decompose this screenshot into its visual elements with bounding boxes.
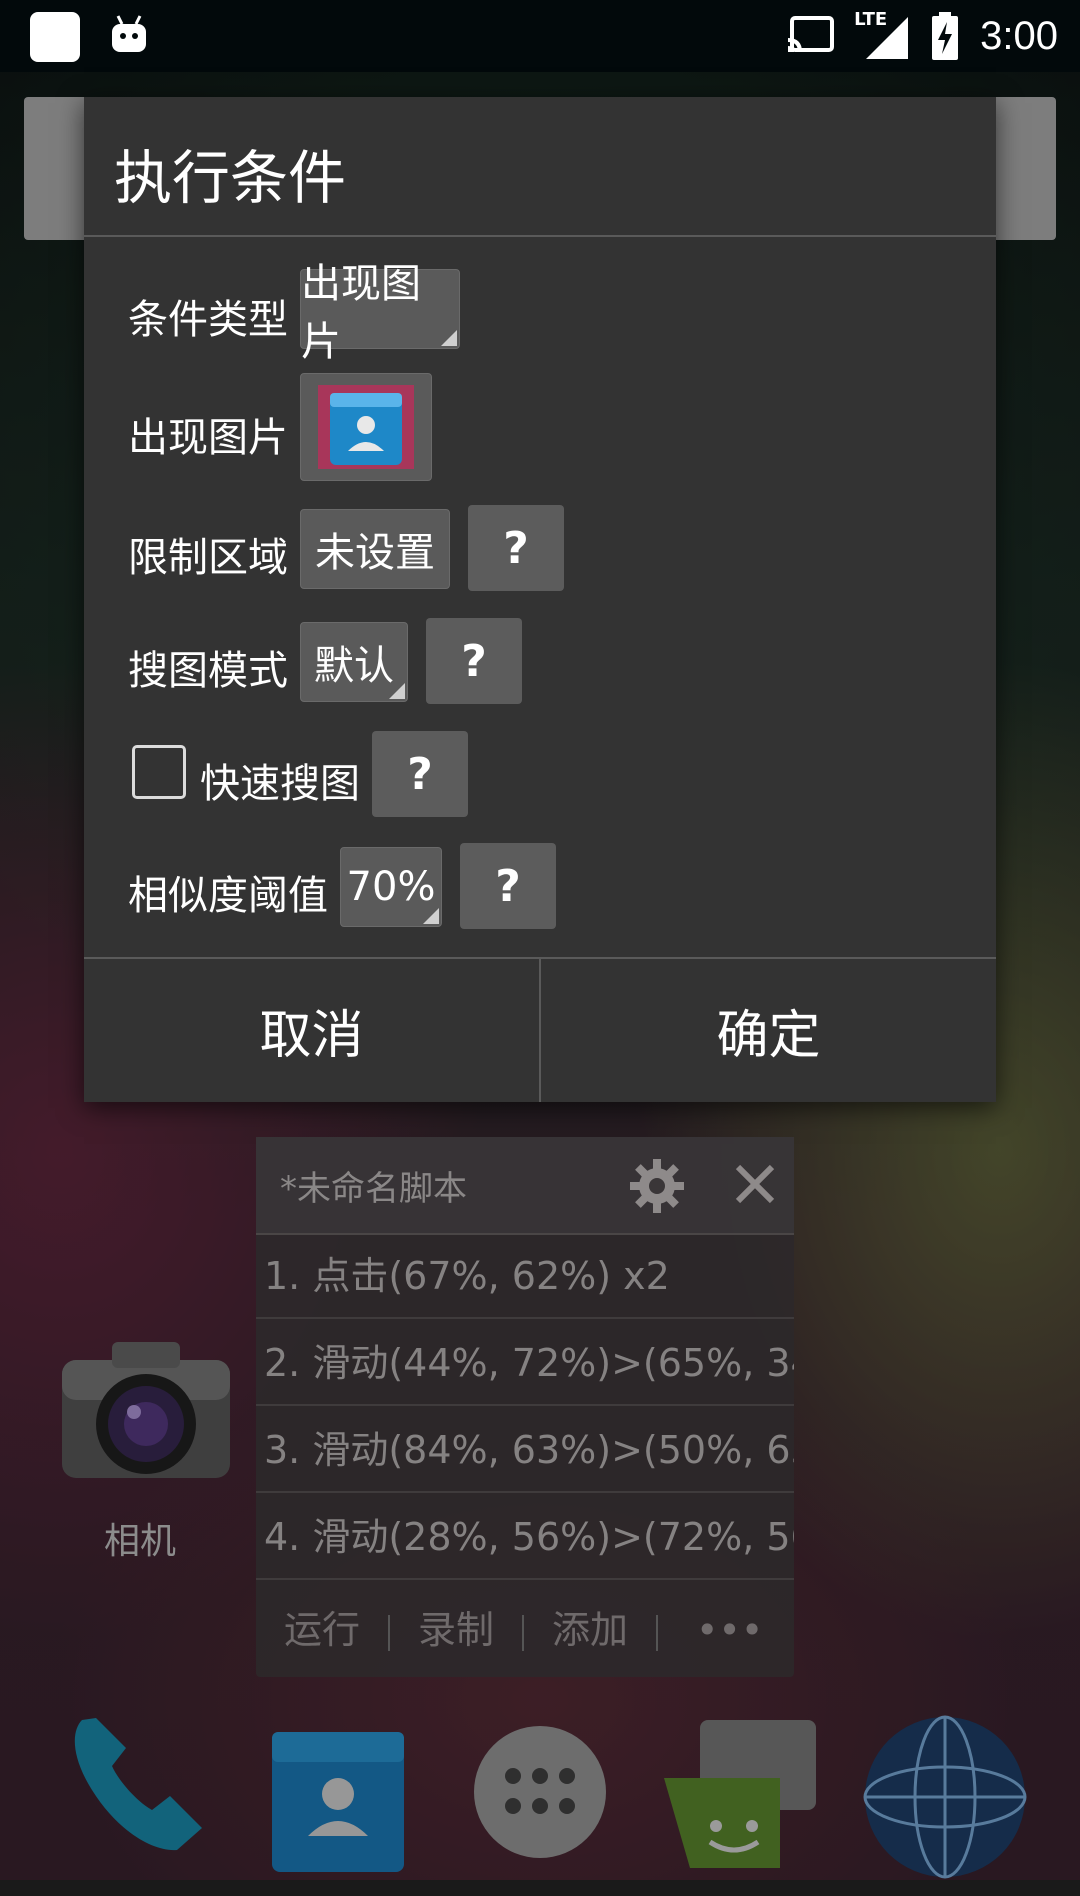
- similarity-threshold-value: 70%: [346, 864, 436, 910]
- confirm-label: 确定: [716, 1006, 821, 1066]
- restrict-area-help-button[interactable]: ?: [468, 505, 564, 591]
- execution-condition-dialog: 执行条件 条件类型 出现图片 出现图片 限制区域 未设置 ? 搜图模式 默认 ?…: [84, 97, 996, 1102]
- lte-label: LTE: [854, 9, 888, 30]
- search-mode-value: 默认: [314, 643, 394, 689]
- battery-charging-icon: [932, 12, 959, 60]
- clock: 3:00: [980, 13, 1058, 58]
- script-panel-header: *未命名脚本: [256, 1137, 794, 1235]
- confirm-button[interactable]: 确定: [541, 959, 996, 1102]
- run-button[interactable]: 运行: [284, 1583, 360, 1677]
- appear-image-picker[interactable]: [300, 373, 432, 481]
- help-glyph: ?: [503, 522, 529, 574]
- condition-type-dropdown[interactable]: 出现图片: [300, 261, 460, 365]
- cancel-label: 取消: [259, 1006, 364, 1066]
- search-mode-label: 搜图模式: [128, 648, 288, 694]
- status-bar: LTE 3:00: [0, 0, 1080, 72]
- more-button[interactable]: •••: [696, 1583, 763, 1677]
- dialog-title: 执行条件: [114, 144, 347, 212]
- similarity-threshold-label: 相似度阈值: [128, 873, 328, 919]
- condition-type-value: 出现图片: [301, 261, 421, 365]
- similarity-threshold-dropdown[interactable]: 70%: [340, 847, 442, 927]
- restrict-area-button[interactable]: 未设置: [300, 509, 450, 589]
- help-glyph: ?: [461, 635, 487, 687]
- script-title: *未命名脚本: [280, 1169, 467, 1209]
- search-mode-help-button[interactable]: ?: [426, 618, 522, 704]
- cancel-button[interactable]: 取消: [84, 959, 539, 1102]
- script-step-4[interactable]: 4. 滑动(28%, 56%)>(72%, 56%): [256, 1494, 794, 1580]
- record-button[interactable]: 录制: [418, 1583, 494, 1677]
- condition-type-label: 条件类型: [128, 297, 288, 343]
- cast-icon: [788, 16, 835, 53]
- appear-image-label: 出现图片: [128, 415, 288, 461]
- script-panel-footer: 运行 录制 添加 •••: [256, 1583, 794, 1677]
- script-step-1[interactable]: 1. 点击(67%, 62%) x2: [256, 1233, 794, 1319]
- android-debug-icon: [112, 15, 146, 52]
- restrict-area-value: 未设置: [315, 530, 435, 576]
- similarity-help-button[interactable]: ?: [460, 843, 556, 929]
- script-panel: *未命名脚本 1. 点击(67%, 62%) x2 2. 滑动(44%, 72%…: [256, 1137, 794, 1677]
- fast-search-label: 快速搜图: [200, 761, 360, 807]
- footer-separator: [388, 1615, 390, 1651]
- footer-separator: [656, 1615, 658, 1651]
- gear-icon[interactable]: [628, 1157, 686, 1215]
- contacts-icon: [318, 385, 414, 469]
- lte-signal-icon: LTE: [854, 9, 910, 61]
- script-step-2[interactable]: 2. 滑动(44%, 72%)>(65%, 34%): [256, 1320, 794, 1406]
- fast-search-checkbox[interactable]: [132, 745, 186, 799]
- footer-separator: [522, 1615, 524, 1651]
- search-mode-dropdown[interactable]: 默认: [300, 622, 408, 702]
- script-step-3[interactable]: 3. 滑动(84%, 63%)>(50%, 63…: [256, 1407, 794, 1493]
- help-glyph: ?: [407, 748, 433, 800]
- fast-search-help-button[interactable]: ?: [372, 731, 468, 817]
- dialog-action-bar: 取消 确定: [84, 957, 996, 1102]
- help-glyph: ?: [495, 860, 521, 912]
- restrict-area-label: 限制区域: [128, 535, 288, 581]
- dialog-title-bar: 执行条件: [84, 97, 996, 237]
- close-icon[interactable]: [730, 1159, 780, 1209]
- add-button[interactable]: 添加: [552, 1583, 628, 1677]
- notification-square-icon: [30, 12, 80, 62]
